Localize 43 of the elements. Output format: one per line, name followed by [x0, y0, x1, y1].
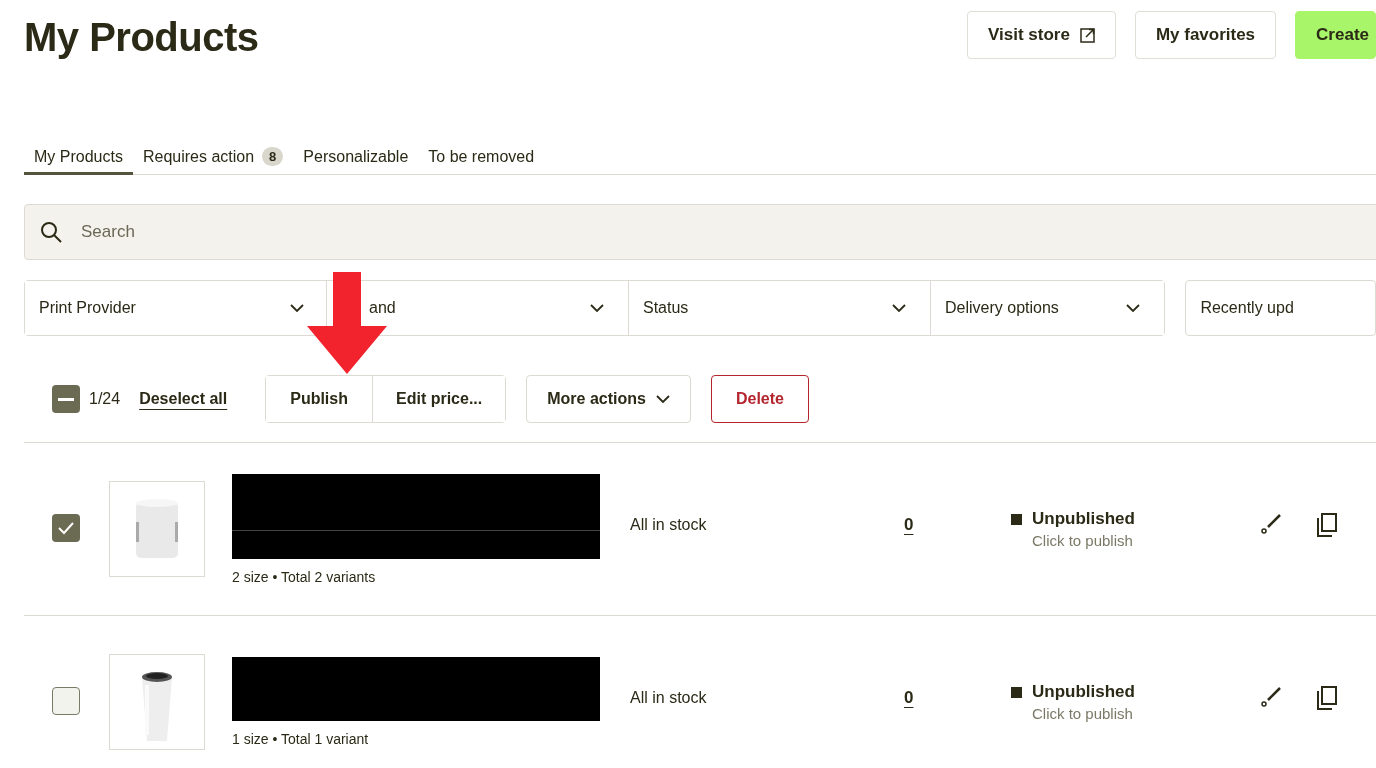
publish-hint[interactable]: Click to publish: [1032, 532, 1135, 549]
favorites-button[interactable]: My favorites: [1134, 11, 1277, 59]
status-square-icon: [1011, 514, 1022, 525]
page-title: My Products: [24, 15, 259, 59]
checkmark-icon: [57, 520, 75, 535]
stock-status: All in stock: [630, 516, 708, 534]
stock-status: All in stock: [630, 689, 708, 707]
sort-dropdown[interactable]: Recently upd: [1185, 280, 1376, 336]
tab[interactable]: Personalizable: [293, 147, 419, 175]
edit-price-button[interactable]: Edit price...: [372, 376, 506, 422]
tab[interactable]: My Products: [24, 147, 133, 175]
more-actions-button[interactable]: More actions: [526, 375, 691, 423]
external-link-icon: [1079, 27, 1095, 43]
delete-button[interactable]: Delete: [710, 375, 809, 423]
checkbox[interactable]: [52, 686, 80, 715]
checkbox[interactable]: [52, 385, 80, 413]
search-field[interactable]: Search: [24, 204, 1376, 260]
chevron-down-icon: [892, 304, 906, 312]
chevron-down-icon: [1126, 304, 1141, 312]
filter-dropdown[interactable]: Delivery options: [930, 281, 1165, 335]
duplicate-icon[interactable]: [1315, 685, 1339, 711]
count-badge: 8: [262, 147, 284, 166]
deselect-all-link[interactable]: Deselect all: [139, 390, 228, 408]
tab[interactable]: Requires action 8: [132, 147, 294, 175]
tab[interactable]: To be removed: [418, 147, 545, 175]
variant-summary: 2 size • Total 2 variants: [232, 568, 377, 585]
chevron-down-icon: [590, 304, 604, 312]
selection-count: 1/24: [89, 390, 121, 408]
minus-icon: [58, 397, 74, 401]
publish-status: Unpublished: [1032, 509, 1135, 529]
search-icon: [39, 220, 63, 244]
duplicate-icon[interactable]: [1315, 512, 1339, 538]
publish-hint[interactable]: Click to publish: [1032, 705, 1135, 722]
variant-summary: 1 size • Total 1 variant: [232, 731, 370, 747]
status-square-icon: [1011, 687, 1022, 698]
visit-store-button[interactable]: Visit store: [967, 11, 1116, 59]
create-button[interactable]: Create: [1295, 11, 1376, 59]
order-count-link[interactable]: 0: [904, 688, 1011, 708]
order-count-link[interactable]: 0: [904, 515, 1011, 535]
checkbox[interactable]: [52, 513, 80, 542]
publish-status: Unpublished: [1032, 682, 1135, 702]
chevron-down-icon: [655, 395, 670, 403]
chevron-down-icon: [290, 304, 304, 312]
